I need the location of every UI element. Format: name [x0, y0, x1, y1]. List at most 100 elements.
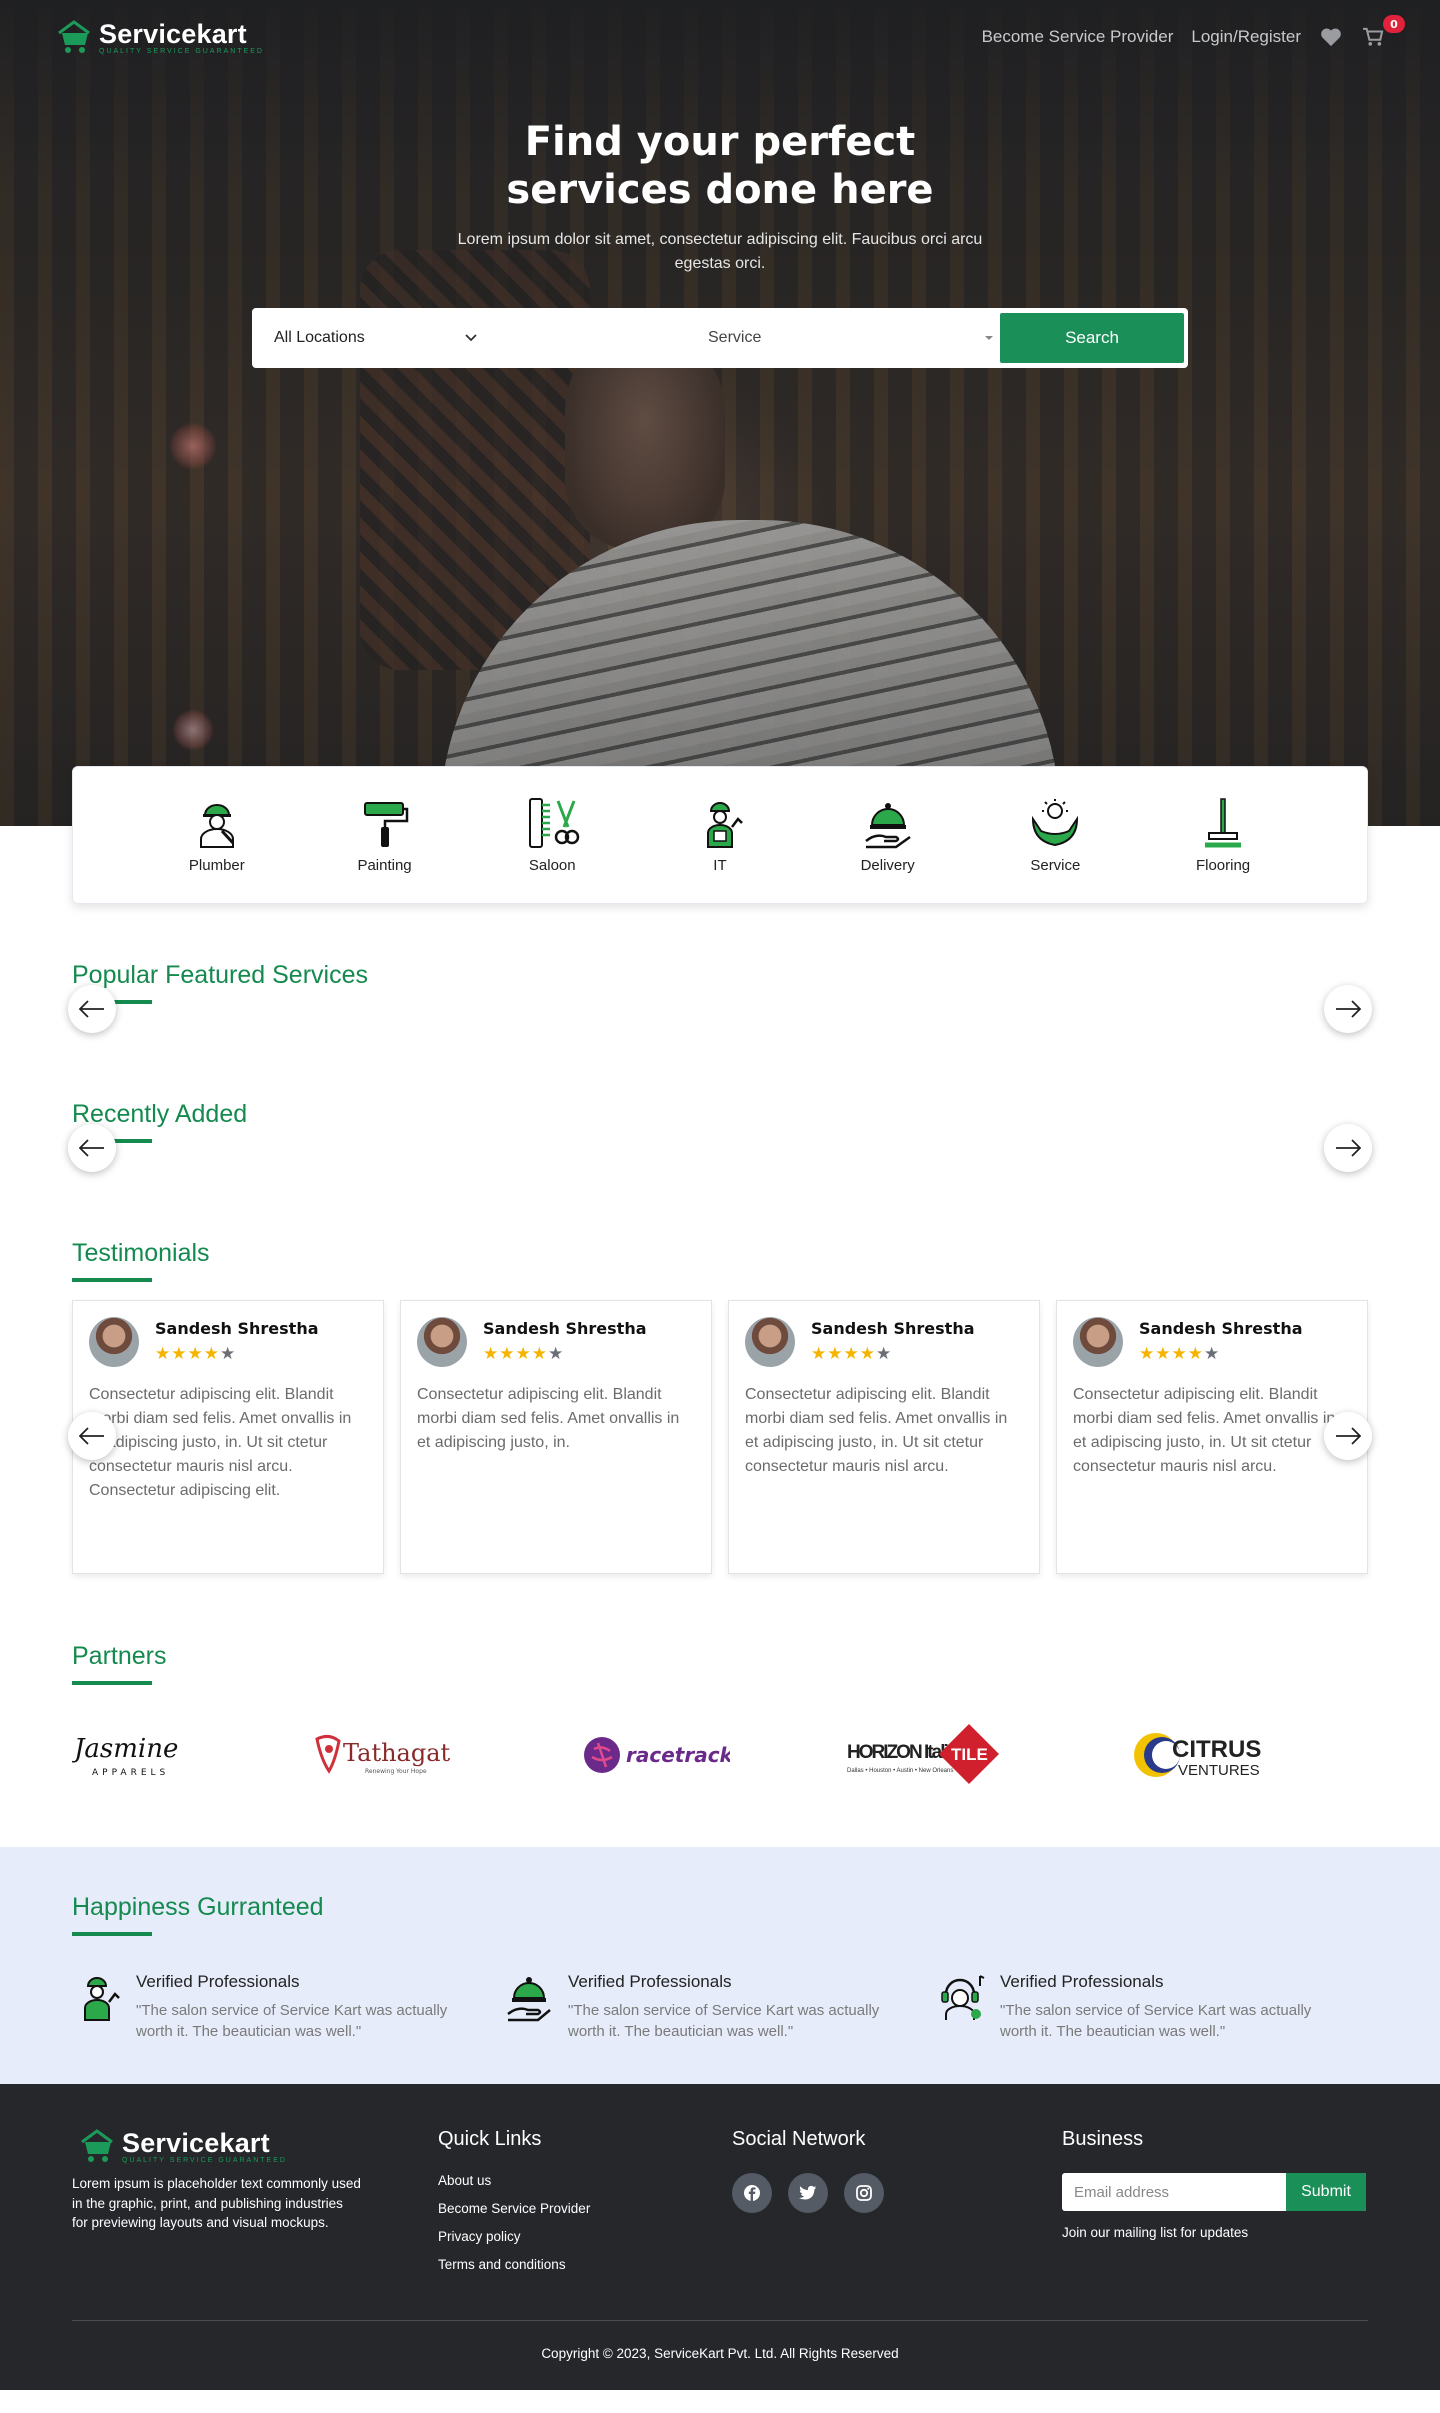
partners-section: Partners Jasmine APPARELS Tathagat Renew…: [0, 1642, 1440, 1785]
category-label: Plumber: [188, 856, 245, 874]
category-strip: Plumber Painting Saloon IT Delivery Serv…: [72, 766, 1368, 904]
section-title: Recently Added: [72, 1100, 248, 1128]
footer-description: Lorem ipsum is placeholder text commonly…: [72, 2176, 361, 2230]
testimonial-card: Sandesh Shrestha ★★★★★ Consectetur adipi…: [1056, 1300, 1368, 1574]
hero-title: Find your perfect services done here: [506, 119, 934, 213]
arrow-right-icon: [1336, 1000, 1361, 1018]
site-logo[interactable]: Servicekart QUALITY SERVICE GUARANTEED: [55, 19, 264, 55]
feature-text: "The salon service of Service Kart was a…: [136, 2002, 448, 2040]
footer-link-become-provider[interactable]: Become Service Provider: [438, 2201, 732, 2216]
search-button[interactable]: Search: [1000, 313, 1184, 363]
caret-down-icon: [985, 336, 993, 340]
support-agent-icon: [941, 1975, 985, 2020]
logo-cart-icon: [58, 20, 90, 53]
carousel-prev-button[interactable]: [68, 985, 116, 1033]
footer-heading: Social Network: [732, 2128, 866, 2150]
category-label: Delivery: [860, 856, 915, 874]
arrow-right-icon: [1336, 1427, 1361, 1445]
partner-logo-jasmine[interactable]: Jasmine APPARELS: [72, 1725, 196, 1785]
partner-logo-citrus[interactable]: CITRUS VENTURES: [1132, 1725, 1268, 1785]
service-select[interactable]: Service: [496, 312, 1000, 364]
popular-services-section: Popular Featured Services: [0, 961, 1440, 1033]
it-worker-icon: [84, 1977, 120, 2021]
testimonial-text: Consectetur adipiscing elit. Blandit mor…: [745, 1386, 1008, 1475]
testimonial-card: Sandesh Shrestha ★★★★★ Consectetur adipi…: [400, 1300, 712, 1574]
arrow-right-icon: [1336, 1139, 1361, 1157]
category-label: Saloon: [528, 856, 576, 874]
email-field[interactable]: [1062, 2173, 1286, 2211]
carousel-next-button[interactable]: [1324, 1124, 1372, 1172]
svg-text:Dallas • Houston • Austin • Ne: Dallas • Houston • Austin • New Orleans: [847, 1768, 953, 1774]
carousel-next-button[interactable]: [1324, 1412, 1372, 1460]
svg-text:APPARELS: APPARELS: [92, 1768, 169, 1778]
footer-heading: Business: [1062, 2128, 1144, 2150]
hero-subtitle: Lorem ipsum dolor sit amet, consectetur …: [457, 231, 983, 272]
svg-text:Renewing Your Hope: Renewing Your Hope: [365, 1768, 427, 1775]
category-saloon[interactable]: Saloon: [492, 797, 612, 874]
category-flooring[interactable]: Flooring: [1163, 797, 1283, 874]
hero-banner: Servicekart QUALITY SERVICE GUARANTEED B…: [0, 0, 1440, 826]
testimonials-section: Testimonials Sandesh Shrestha ★★★★★ Cons…: [0, 1239, 1440, 1574]
section-underline: [72, 1932, 152, 1936]
delivery-cloche-icon: [864, 802, 911, 848]
svg-text:Tathagat: Tathagat: [343, 1739, 451, 1767]
svg-text:VENTURES: VENTURES: [1178, 1762, 1260, 1779]
avatar: [1073, 1317, 1123, 1367]
reviewer-name: Sandesh Shrestha: [1139, 1319, 1303, 1338]
recently-added-section: Recently Added: [0, 1100, 1440, 1172]
facebook-icon[interactable]: [732, 2173, 772, 2213]
location-select-value: All Locations: [274, 329, 365, 346]
logo-name: Servicekart: [99, 18, 247, 49]
footer-link-about[interactable]: About us: [438, 2173, 732, 2188]
testimonial-carousel: Sandesh Shrestha ★★★★★ Consectetur adipi…: [68, 1300, 1372, 1574]
avatar: [745, 1317, 795, 1367]
feature-item: Verified Professionals "The salon servic…: [504, 1972, 936, 2042]
section-underline: [72, 1681, 152, 1685]
mop-icon: [1205, 797, 1242, 847]
arrow-left-icon: [79, 1139, 104, 1157]
cart-icon[interactable]: 0: [1361, 15, 1405, 49]
subscribe-button[interactable]: Submit: [1286, 2173, 1366, 2211]
feature-title: Verified Professionals: [136, 1972, 300, 1991]
category-label: Flooring: [1195, 856, 1251, 874]
category-painting[interactable]: Painting: [325, 797, 445, 874]
care-hands-icon: [1032, 798, 1079, 846]
footer-business: Business Submit Join our mailing list fo…: [1062, 2128, 1366, 2285]
star-rating: ★★★★★: [483, 1344, 565, 1364]
avatar: [417, 1317, 467, 1367]
heart-icon[interactable]: [1319, 25, 1343, 49]
footer-link-privacy[interactable]: Privacy policy: [438, 2229, 732, 2244]
partner-logo-racetrack[interactable]: racetrack: [582, 1725, 730, 1785]
svg-text:TILE: TILE: [951, 1745, 988, 1764]
instagram-icon[interactable]: [844, 2173, 884, 2213]
happiness-section: Happiness Gurranteed Verified Profession…: [0, 1847, 1440, 2084]
carousel-prev-button[interactable]: [68, 1124, 116, 1172]
partner-logo-horizon[interactable]: HORIZON Italian TILE Dallas • Houston • …: [847, 1724, 1015, 1785]
footer-logo[interactable]: Servicekart QUALITY SERVICE GUARANTEED: [78, 2128, 438, 2164]
cart-count-badge: 0: [1383, 15, 1405, 33]
category-delivery[interactable]: Delivery: [828, 797, 948, 874]
reviewer-name: Sandesh Shrestha: [483, 1319, 647, 1338]
become-provider-link[interactable]: Become Service Provider: [982, 27, 1174, 47]
category-service[interactable]: Service: [995, 797, 1115, 874]
main-content: Popular Featured Services Recently Added…: [0, 961, 1440, 2390]
carousel-next-button[interactable]: [1324, 985, 1372, 1033]
feature-title: Verified Professionals: [1000, 1972, 1164, 1991]
feature-title: Verified Professionals: [568, 1972, 732, 1991]
svg-text:Jasmine: Jasmine: [72, 1734, 178, 1764]
feature-item: Verified Professionals "The salon servic…: [936, 1972, 1368, 2042]
logo-tagline: QUALITY SERVICE GUARANTEED: [122, 2156, 287, 2164]
logo-tagline: QUALITY SERVICE GUARANTEED: [99, 47, 264, 55]
footer-heading: Quick Links: [438, 2128, 542, 2150]
testimonial-text: Consectetur adipiscing elit. Blandit mor…: [417, 1386, 680, 1451]
category-plumber[interactable]: Plumber: [157, 797, 277, 874]
testimonial-text: Consectetur adipiscing elit. Blandit mor…: [89, 1386, 352, 1499]
footer-link-terms[interactable]: Terms and conditions: [438, 2257, 732, 2272]
location-select[interactable]: All Locations: [256, 312, 496, 364]
category-it[interactable]: IT: [660, 797, 780, 874]
copyright: Copyright © 2023, ServiceKart Pvt. Ltd. …: [541, 2346, 899, 2361]
twitter-icon[interactable]: [788, 2173, 828, 2213]
carousel-prev-button[interactable]: [68, 1412, 116, 1460]
partner-logo-tathagat[interactable]: Tathagat Renewing Your Hope: [313, 1725, 465, 1785]
login-register-link[interactable]: Login/Register: [1191, 27, 1301, 47]
